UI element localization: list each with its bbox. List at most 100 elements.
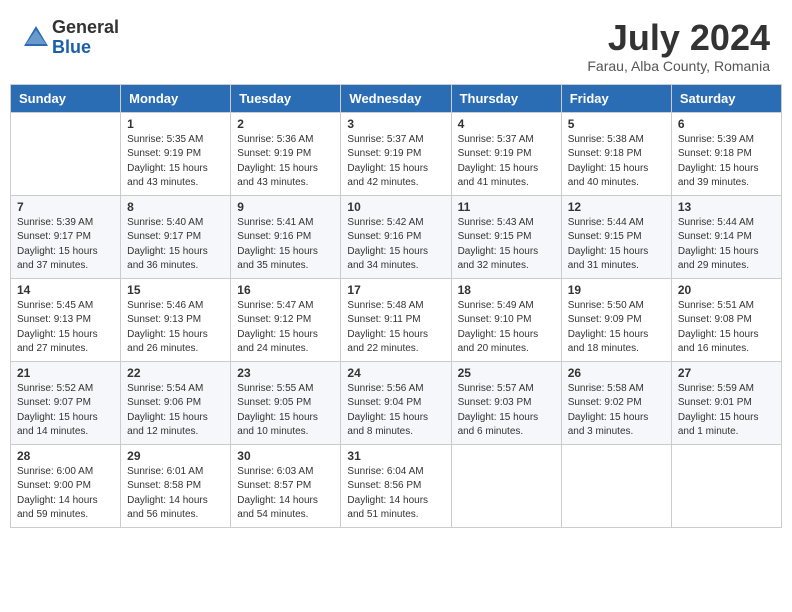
calendar-week-row: 1 Sunrise: 5:35 AM Sunset: 9:19 PM Daylig… — [11, 112, 782, 195]
calendar-cell: 31 Sunrise: 6:04 AM Sunset: 8:56 PM Dayli… — [341, 444, 451, 527]
day-number: 10 — [347, 200, 444, 214]
day-number: 11 — [458, 200, 555, 214]
cell-content: Sunrise: 6:01 AM Sunset: 8:58 PM Dayligh… — [127, 465, 224, 523]
column-header-friday: Friday — [561, 84, 671, 112]
calendar-table: SundayMondayTuesdayWednesdayThursdayFrid… — [10, 84, 782, 528]
day-number: 28 — [17, 449, 114, 463]
calendar-cell: 26 Sunrise: 5:58 AM Sunset: 9:02 PM Dayli… — [561, 361, 671, 444]
calendar-cell: 1 Sunrise: 5:35 AM Sunset: 9:19 PM Daylig… — [121, 112, 231, 195]
calendar-cell: 17 Sunrise: 5:48 AM Sunset: 9:11 PM Dayli… — [341, 278, 451, 361]
calendar-cell: 10 Sunrise: 5:42 AM Sunset: 9:16 PM Dayli… — [341, 195, 451, 278]
cell-content: Sunrise: 5:51 AM Sunset: 9:08 PM Dayligh… — [678, 299, 775, 357]
day-number: 7 — [17, 200, 114, 214]
cell-content: Sunrise: 5:55 AM Sunset: 9:05 PM Dayligh… — [237, 382, 334, 440]
calendar-week-row: 14 Sunrise: 5:45 AM Sunset: 9:13 PM Dayli… — [11, 278, 782, 361]
location: Farau, Alba County, Romania — [587, 58, 770, 74]
calendar-cell: 3 Sunrise: 5:37 AM Sunset: 9:19 PM Daylig… — [341, 112, 451, 195]
cell-content: Sunrise: 5:54 AM Sunset: 9:06 PM Dayligh… — [127, 382, 224, 440]
cell-content: Sunrise: 6:03 AM Sunset: 8:57 PM Dayligh… — [237, 465, 334, 523]
cell-content: Sunrise: 5:50 AM Sunset: 9:09 PM Dayligh… — [568, 299, 665, 357]
calendar-cell: 23 Sunrise: 5:55 AM Sunset: 9:05 PM Dayli… — [231, 361, 341, 444]
column-header-sunday: Sunday — [11, 84, 121, 112]
column-header-wednesday: Wednesday — [341, 84, 451, 112]
cell-content: Sunrise: 5:43 AM Sunset: 9:15 PM Dayligh… — [458, 216, 555, 274]
day-number: 25 — [458, 366, 555, 380]
column-header-monday: Monday — [121, 84, 231, 112]
day-number: 9 — [237, 200, 334, 214]
column-header-saturday: Saturday — [671, 84, 781, 112]
day-number: 16 — [237, 283, 334, 297]
cell-content: Sunrise: 5:47 AM Sunset: 9:12 PM Dayligh… — [237, 299, 334, 357]
column-header-tuesday: Tuesday — [231, 84, 341, 112]
day-number: 23 — [237, 366, 334, 380]
day-number: 14 — [17, 283, 114, 297]
cell-content: Sunrise: 5:39 AM Sunset: 9:18 PM Dayligh… — [678, 133, 775, 191]
cell-content: Sunrise: 5:35 AM Sunset: 9:19 PM Dayligh… — [127, 133, 224, 191]
cell-content: Sunrise: 5:57 AM Sunset: 9:03 PM Dayligh… — [458, 382, 555, 440]
calendar-cell: 12Sunrise: 5:44 AM Sunset: 9:15 PM Dayli… — [561, 195, 671, 278]
calendar-cell: 8Sunrise: 5:40 AM Sunset: 9:17 PM Daylig… — [121, 195, 231, 278]
calendar-cell: 28Sunrise: 6:00 AM Sunset: 9:00 PM Dayli… — [11, 444, 121, 527]
cell-content: Sunrise: 5:52 AM Sunset: 9:07 PM Dayligh… — [17, 382, 114, 440]
cell-content: Sunrise: 5:48 AM Sunset: 9:11 PM Dayligh… — [347, 299, 444, 357]
calendar-cell: 25 Sunrise: 5:57 AM Sunset: 9:03 PM Dayli… — [451, 361, 561, 444]
day-number: 30 — [237, 449, 334, 463]
calendar-cell: 5 Sunrise: 5:38 AM Sunset: 9:18 PM Daylig… — [561, 112, 671, 195]
day-number: 6 — [678, 117, 775, 131]
calendar-cell: 29 Sunrise: 6:01 AM Sunset: 8:58 PM Dayli… — [121, 444, 231, 527]
calendar-cell: 30 Sunrise: 6:03 AM Sunset: 8:57 PM Dayli… — [231, 444, 341, 527]
logo-text: General Blue — [52, 18, 119, 58]
cell-content: Sunrise: 5:56 AM Sunset: 9:04 PM Dayligh… — [347, 382, 444, 440]
cell-content: Sunrise: 5:41 AM Sunset: 9:16 PM Dayligh… — [237, 216, 334, 274]
cell-content: Sunrise: 5:58 AM Sunset: 9:02 PM Dayligh… — [568, 382, 665, 440]
calendar-cell: 18 Sunrise: 5:49 AM Sunset: 9:10 PM Dayli… — [451, 278, 561, 361]
calendar-cell: 22 Sunrise: 5:54 AM Sunset: 9:06 PM Dayli… — [121, 361, 231, 444]
day-number: 18 — [458, 283, 555, 297]
calendar-cell — [561, 444, 671, 527]
calendar-cell: 4 Sunrise: 5:37 AM Sunset: 9:19 PM Daylig… — [451, 112, 561, 195]
calendar-cell: 6 Sunrise: 5:39 AM Sunset: 9:18 PM Daylig… — [671, 112, 781, 195]
cell-content: Sunrise: 5:38 AM Sunset: 9:18 PM Dayligh… — [568, 133, 665, 191]
logo-blue-text: Blue — [52, 38, 119, 58]
calendar-cell: 20 Sunrise: 5:51 AM Sunset: 9:08 PM Dayli… — [671, 278, 781, 361]
cell-content: Sunrise: 5:45 AM Sunset: 9:13 PM Dayligh… — [17, 299, 114, 357]
cell-content: Sunrise: 5:44 AM Sunset: 9:14 PM Dayligh… — [678, 216, 775, 274]
day-number: 15 — [127, 283, 224, 297]
day-number: 4 — [458, 117, 555, 131]
day-number: 26 — [568, 366, 665, 380]
day-number: 29 — [127, 449, 224, 463]
cell-content: Sunrise: 5:46 AM Sunset: 9:13 PM Dayligh… — [127, 299, 224, 357]
calendar-cell — [671, 444, 781, 527]
day-number: 20 — [678, 283, 775, 297]
day-number: 5 — [568, 117, 665, 131]
calendar-cell: 24Sunrise: 5:56 AM Sunset: 9:04 PM Dayli… — [341, 361, 451, 444]
logo-icon — [22, 24, 50, 52]
cell-content: Sunrise: 5:37 AM Sunset: 9:19 PM Dayligh… — [458, 133, 555, 191]
title-block: July 2024 Farau, Alba County, Romania — [587, 18, 770, 74]
calendar-week-row: 21Sunrise: 5:52 AM Sunset: 9:07 PM Dayli… — [11, 361, 782, 444]
column-header-thursday: Thursday — [451, 84, 561, 112]
calendar-cell: 27Sunrise: 5:59 AM Sunset: 9:01 PM Dayli… — [671, 361, 781, 444]
calendar-cell: 13 Sunrise: 5:44 AM Sunset: 9:14 PM Dayli… — [671, 195, 781, 278]
calendar-cell: 7Sunrise: 5:39 AM Sunset: 9:17 PM Daylig… — [11, 195, 121, 278]
day-number: 22 — [127, 366, 224, 380]
header: General Blue July 2024 Farau, Alba Count… — [10, 10, 782, 78]
day-number: 1 — [127, 117, 224, 131]
day-number: 31 — [347, 449, 444, 463]
logo-general-text: General — [52, 18, 119, 38]
calendar-cell: 11 Sunrise: 5:43 AM Sunset: 9:15 PM Dayli… — [451, 195, 561, 278]
calendar-cell: 14 Sunrise: 5:45 AM Sunset: 9:13 PM Dayli… — [11, 278, 121, 361]
calendar-cell: 19Sunrise: 5:50 AM Sunset: 9:09 PM Dayli… — [561, 278, 671, 361]
calendar-cell: 16 Sunrise: 5:47 AM Sunset: 9:12 PM Dayli… — [231, 278, 341, 361]
cell-content: Sunrise: 6:04 AM Sunset: 8:56 PM Dayligh… — [347, 465, 444, 523]
calendar-cell — [11, 112, 121, 195]
cell-content: Sunrise: 5:49 AM Sunset: 9:10 PM Dayligh… — [458, 299, 555, 357]
day-number: 13 — [678, 200, 775, 214]
cell-content: Sunrise: 5:36 AM Sunset: 9:19 PM Dayligh… — [237, 133, 334, 191]
day-number: 12 — [568, 200, 665, 214]
day-number: 3 — [347, 117, 444, 131]
cell-content: Sunrise: 5:42 AM Sunset: 9:16 PM Dayligh… — [347, 216, 444, 274]
day-number: 17 — [347, 283, 444, 297]
cell-content: Sunrise: 5:37 AM Sunset: 9:19 PM Dayligh… — [347, 133, 444, 191]
day-number: 8 — [127, 200, 224, 214]
